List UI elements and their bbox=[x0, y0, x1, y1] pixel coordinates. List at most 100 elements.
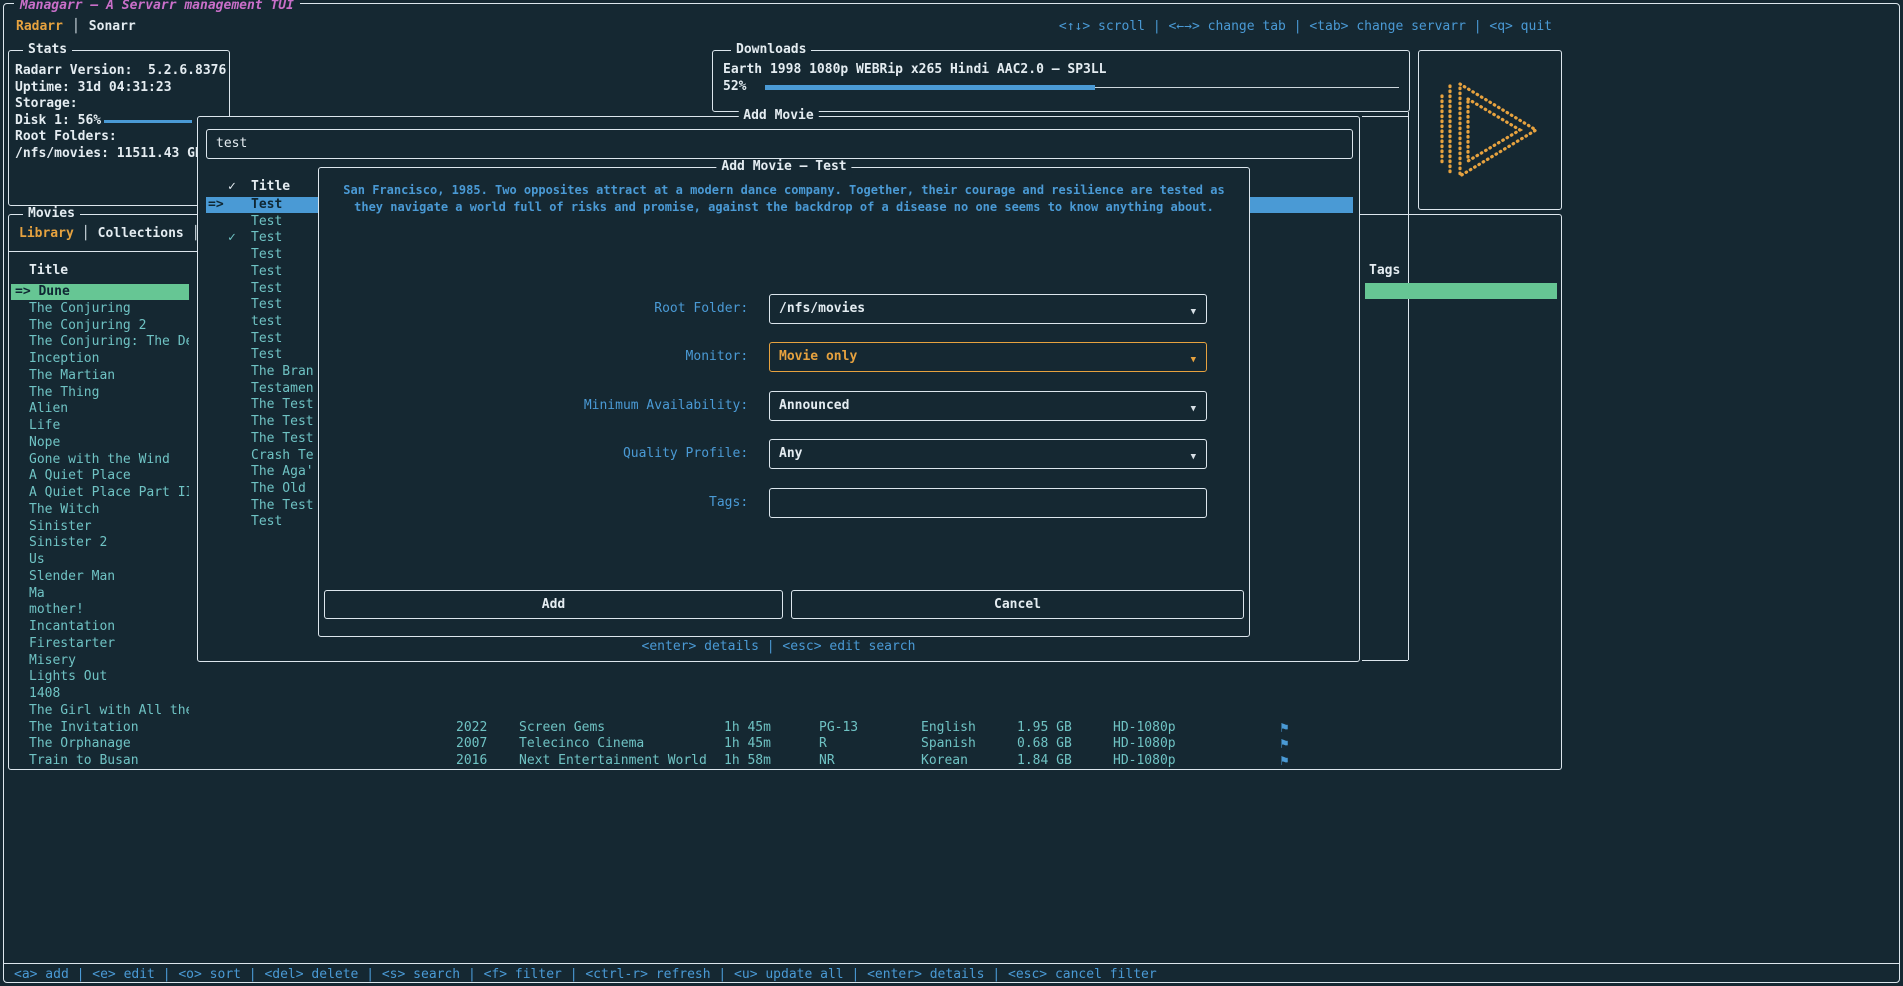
movie-search-input[interactable]: test bbox=[206, 129, 1353, 159]
tab-collections[interactable]: Collections bbox=[98, 226, 184, 241]
movies-tabbar: Library│Collections│ bbox=[19, 226, 208, 242]
tab-sonarr[interactable]: Sonarr bbox=[89, 19, 136, 34]
library-row[interactable]: Misery bbox=[11, 653, 189, 669]
cell-runtime: 1h 58m bbox=[724, 753, 771, 769]
tags-input[interactable] bbox=[769, 488, 1207, 518]
monitored-flag-icon: ⚑ bbox=[1279, 753, 1290, 769]
download-progress-track bbox=[765, 79, 1399, 95]
cell-language: Korean bbox=[921, 753, 968, 769]
library-row[interactable]: A Quiet Place bbox=[11, 468, 189, 484]
library-row[interactable]: The Witch bbox=[11, 502, 189, 518]
cell-year: 2016 bbox=[456, 753, 487, 769]
in-library-check-icon: ✓ bbox=[228, 179, 251, 195]
table-row[interactable]: 2022Screen Gems1h 45mPG-13English1.95 GB… bbox=[9, 720, 1561, 736]
library-row[interactable]: Gone with the Wind bbox=[11, 452, 189, 468]
library-row[interactable]: A Quiet Place Part II bbox=[11, 485, 189, 501]
cancel-button[interactable]: Cancel bbox=[791, 590, 1244, 619]
managarr-app: Managarr – A Servarr management TUI Rada… bbox=[0, 0, 1903, 986]
monitor-value: Movie only bbox=[779, 349, 857, 365]
tags-label: Tags: bbox=[319, 495, 756, 511]
tags-cell-selected[interactable] bbox=[1365, 283, 1557, 299]
root-folders-label: Root Folders: bbox=[15, 129, 225, 146]
library-row[interactable]: Incantation bbox=[11, 619, 189, 635]
library-row[interactable]: 1408 bbox=[11, 686, 189, 702]
tab-radarr[interactable]: Radarr bbox=[16, 19, 63, 34]
library-row[interactable]: Nope bbox=[11, 435, 189, 451]
tabs-underline bbox=[9, 251, 197, 252]
panel-border-segment bbox=[1408, 112, 1409, 660]
add-movie-modal-title: Add Movie – Test bbox=[716, 159, 851, 175]
field-quality-profile: Quality Profile: Any ▼ bbox=[319, 439, 1249, 469]
cell-quality: HD-1080p bbox=[1113, 736, 1176, 752]
table-row[interactable]: 2016Next Entertainment World1h 58mNRKore… bbox=[9, 753, 1561, 769]
monitored-flag-icon: ⚑ bbox=[1279, 736, 1290, 752]
cell-quality: HD-1080p bbox=[1113, 753, 1176, 769]
library-row[interactable]: The Thing bbox=[11, 385, 189, 401]
library-row[interactable]: Firestarter bbox=[11, 636, 189, 652]
cell-studio: Next Entertainment World bbox=[519, 753, 707, 769]
movie-description: San Francisco, 1985. Two opposites attra… bbox=[331, 182, 1237, 216]
library-row[interactable]: Slender Man bbox=[11, 569, 189, 585]
monitor-label: Monitor: bbox=[319, 349, 756, 365]
library-row[interactable]: The Conjuring 2 bbox=[11, 318, 189, 334]
download-progress: 52% bbox=[723, 79, 1399, 95]
library-row[interactable]: Lights Out bbox=[11, 669, 189, 685]
field-minimum-availability: Minimum Availability: Announced ▼ bbox=[319, 391, 1249, 421]
chevron-down-icon: ▼ bbox=[1191, 352, 1196, 368]
cell-studio: Screen Gems bbox=[519, 720, 605, 736]
minimum-availability-value: Announced bbox=[779, 398, 849, 414]
cell-year: 2022 bbox=[456, 720, 487, 736]
disk-usage-bar bbox=[104, 120, 192, 123]
app-title: Managarr – A Servarr management TUI bbox=[14, 0, 300, 14]
tab-separator: │ bbox=[72, 19, 80, 34]
cell-runtime: 1h 45m bbox=[724, 736, 771, 752]
library-row[interactable]: The Martian bbox=[11, 368, 189, 384]
monitor-select[interactable]: Movie only ▼ bbox=[769, 342, 1207, 372]
library-row[interactable]: Life bbox=[11, 418, 189, 434]
results-column-title: Title bbox=[251, 179, 290, 195]
root-folder-select[interactable]: /nfs/movies ▼ bbox=[769, 294, 1207, 324]
library-row[interactable]: Us bbox=[11, 552, 189, 568]
search-query: test bbox=[216, 136, 247, 152]
cell-language: Spanish bbox=[921, 736, 976, 752]
table-row[interactable]: 2007Telecinco Cinema1h 45mRSpanish0.68 G… bbox=[9, 736, 1561, 752]
library-row[interactable]: Inception bbox=[11, 351, 189, 367]
cell-year: 2007 bbox=[456, 736, 487, 752]
quality-profile-value: Any bbox=[779, 446, 802, 462]
cell-rating: PG-13 bbox=[819, 720, 858, 736]
library-row[interactable]: Ma bbox=[11, 586, 189, 602]
minimum-availability-select[interactable]: Announced ▼ bbox=[769, 391, 1207, 421]
monitored-flag-icon: ⚑ bbox=[1279, 720, 1290, 736]
library-row[interactable]: Alien bbox=[11, 401, 189, 417]
library-row[interactable]: The Conjuring: The De bbox=[11, 334, 189, 350]
storage-label: Storage: bbox=[15, 96, 225, 113]
cell-quality: HD-1080p bbox=[1113, 720, 1176, 736]
root-folder-label: Root Folder: bbox=[319, 301, 756, 317]
library-row[interactable]: Sinister 2 bbox=[11, 535, 189, 551]
stats-panel-title: Stats bbox=[23, 42, 72, 58]
managarr-logo-icon bbox=[1434, 80, 1546, 180]
quality-profile-select[interactable]: Any ▼ bbox=[769, 439, 1207, 469]
add-button-label: Add bbox=[542, 597, 565, 612]
library-row[interactable]: The Conjuring bbox=[11, 301, 189, 317]
column-header-title: Title bbox=[29, 263, 68, 279]
field-root-folder: Root Folder: /nfs/movies ▼ bbox=[319, 294, 1249, 324]
popup-keybindings: <enter> details | <esc> edit search bbox=[198, 639, 1359, 655]
tab-library[interactable]: Library bbox=[19, 226, 74, 241]
cell-rating: R bbox=[819, 736, 827, 752]
library-row[interactable]: => Dune bbox=[11, 284, 189, 300]
cell-runtime: 1h 45m bbox=[724, 720, 771, 736]
chevron-down-icon: ▼ bbox=[1191, 304, 1196, 320]
library-row[interactable]: Sinister bbox=[11, 519, 189, 535]
root-folder-value: /nfs/movies bbox=[779, 301, 865, 317]
tab-separator: │ bbox=[82, 226, 90, 241]
disk-usage: Disk 1: 56% bbox=[15, 113, 225, 130]
minimum-availability-label: Minimum Availability: bbox=[319, 398, 756, 414]
top-keybindings: <↑↓> scroll | <←→> change tab | <tab> ch… bbox=[1059, 19, 1552, 35]
panel-border-segment bbox=[1362, 660, 1408, 661]
panel-border-segment bbox=[1362, 116, 1408, 117]
library-row[interactable]: The Girl with All the bbox=[11, 703, 189, 719]
bottom-keybindings: <a> add | <e> edit | <o> sort | <del> de… bbox=[14, 967, 1157, 983]
library-row[interactable]: mother! bbox=[11, 602, 189, 618]
add-button[interactable]: Add bbox=[324, 590, 783, 619]
